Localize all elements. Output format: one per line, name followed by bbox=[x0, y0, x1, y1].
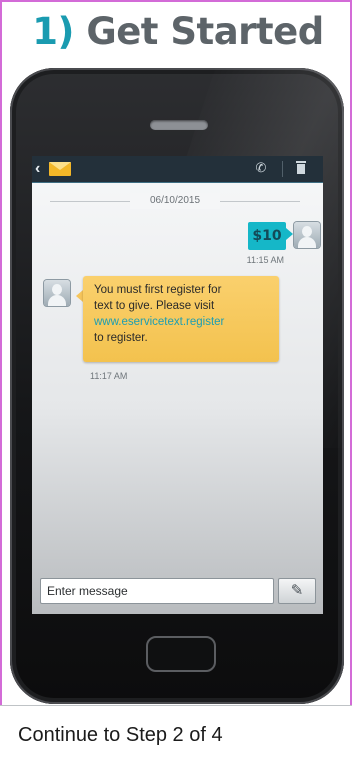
message-input: Enter message bbox=[40, 578, 274, 604]
incoming-bubble-tail bbox=[76, 290, 83, 302]
phone-screen: ‹ ✆ 06/10/2015 $10 11:15 AM You must fir… bbox=[32, 156, 323, 614]
incoming-message: You must first register for text to give… bbox=[83, 276, 279, 362]
step-number: 1) bbox=[32, 10, 74, 53]
incoming-line-2: text to give. Please visit bbox=[94, 300, 215, 312]
outgoing-bubble-tail bbox=[286, 228, 293, 240]
recipient-avatar-icon bbox=[44, 280, 70, 306]
step-card: 1) Get Started ‹ ✆ 06/10/2015 $10 11:15 bbox=[0, 0, 352, 706]
envelope-icon bbox=[49, 162, 71, 176]
home-button bbox=[146, 636, 216, 672]
step-heading: 1) Get Started bbox=[2, 10, 352, 53]
phone-illustration: ‹ ✆ 06/10/2015 $10 11:15 AM You must fir… bbox=[10, 68, 344, 704]
footer-bar: Continue to Step 2 of 4 bbox=[0, 705, 352, 770]
outgoing-message: $10 bbox=[248, 222, 286, 250]
conversation-date: 06/10/2015 bbox=[130, 193, 220, 209]
continue-step-link[interactable]: Continue to Step 2 of 4 bbox=[18, 724, 223, 747]
toolbar-divider bbox=[282, 161, 283, 177]
outgoing-timestamp: 11:15 AM bbox=[246, 255, 284, 265]
step-title: Get Started bbox=[86, 10, 324, 53]
phone-icon: ✆ bbox=[255, 160, 267, 175]
message-toolbar: ‹ ✆ bbox=[32, 156, 323, 183]
register-link: www.eservicetext.register bbox=[94, 316, 225, 328]
sender-avatar-icon bbox=[294, 222, 320, 248]
incoming-line-4: to register. bbox=[94, 332, 148, 344]
back-arrow-icon: ‹ bbox=[35, 160, 41, 177]
paperclip-icon: ✎ bbox=[290, 582, 304, 599]
incoming-line-1: You must first register for bbox=[94, 284, 222, 296]
phone-speaker bbox=[150, 120, 208, 130]
trash-icon bbox=[295, 161, 307, 175]
attach-button: ✎ bbox=[278, 578, 316, 604]
incoming-timestamp: 11:17 AM bbox=[90, 371, 128, 381]
